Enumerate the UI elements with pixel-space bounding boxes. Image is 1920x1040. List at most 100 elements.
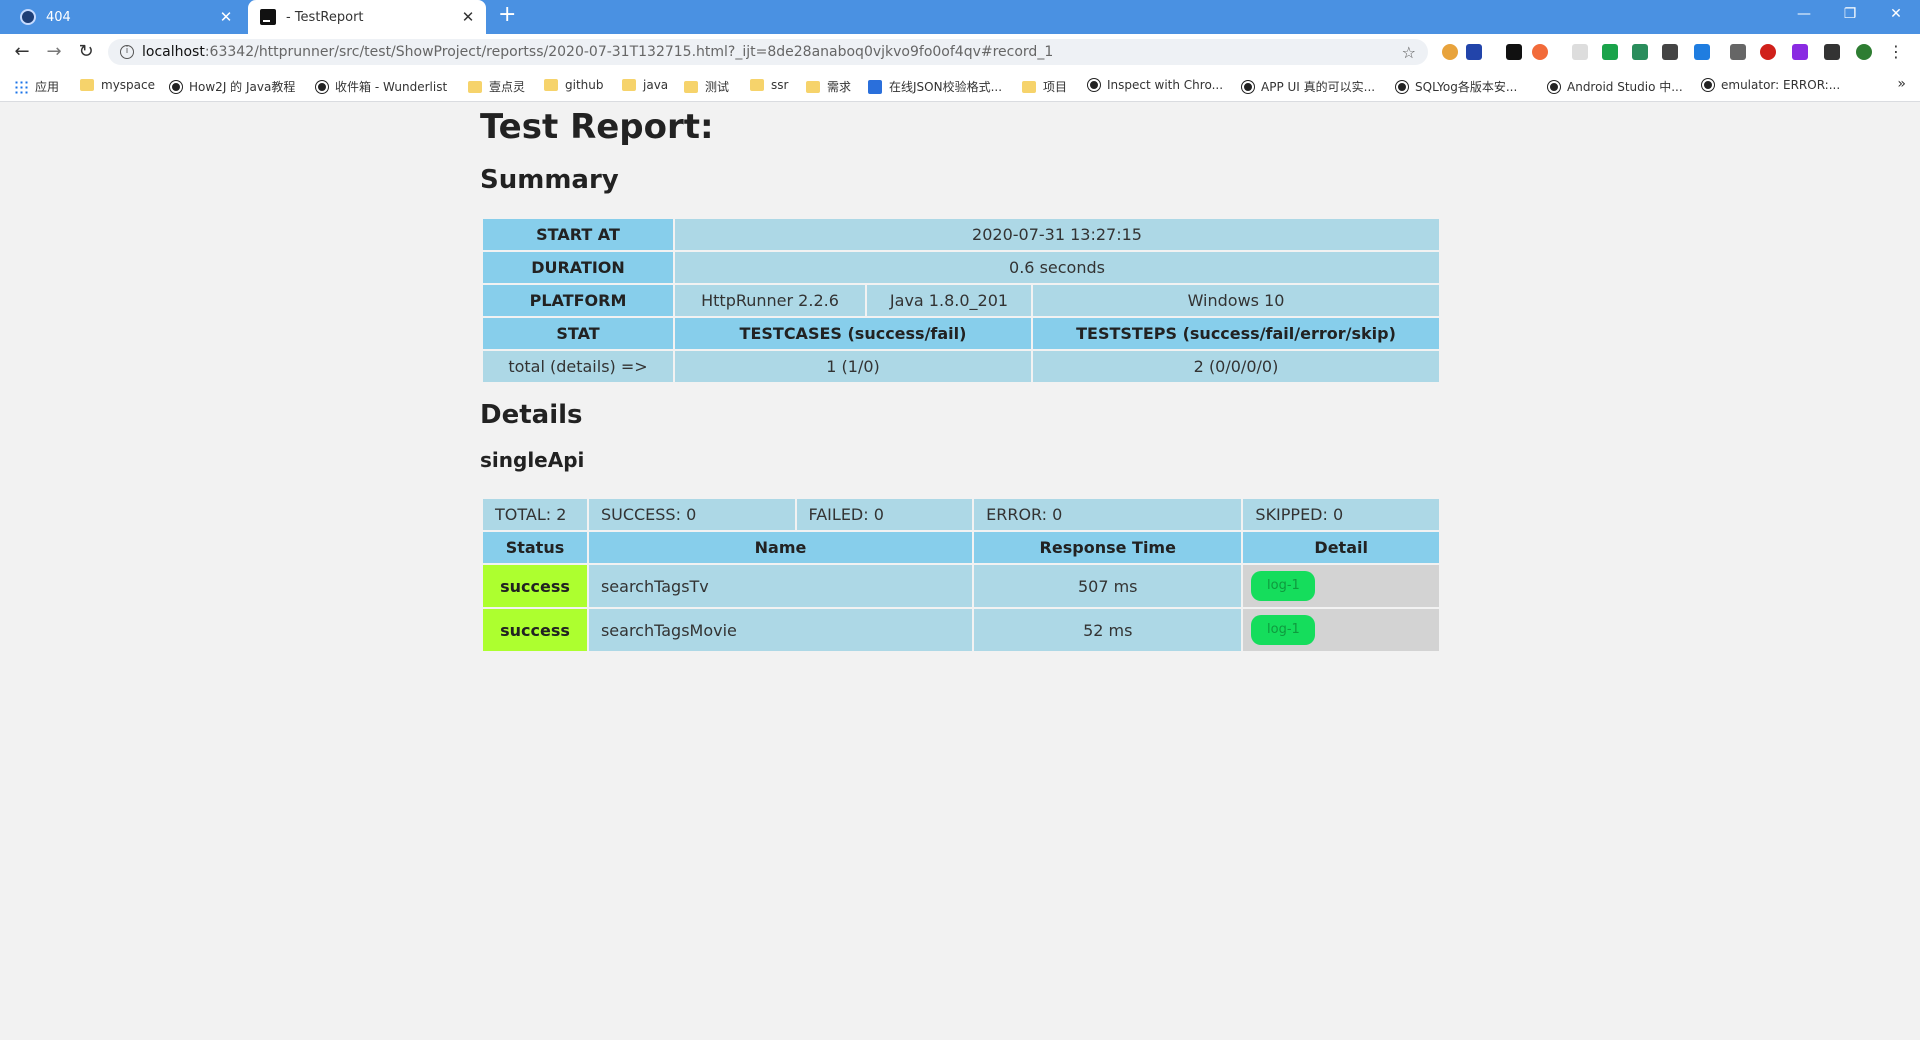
avatar[interactable] xyxy=(1856,44,1872,60)
forward-icon[interactable]: → xyxy=(42,41,66,63)
details-header-row: Status Name Response Time Detail xyxy=(483,532,1439,563)
log-button[interactable]: log-1 xyxy=(1251,615,1316,645)
extension-icon[interactable] xyxy=(1792,44,1808,60)
apps-icon xyxy=(14,79,28,94)
folder-icon xyxy=(1022,80,1036,93)
platform-os: Windows 10 xyxy=(1033,285,1439,316)
bookmark-project[interactable]: 项目 xyxy=(1022,78,1067,95)
window-close-icon[interactable]: ✕ xyxy=(1874,0,1918,30)
new-extension-icon[interactable] xyxy=(1694,44,1710,60)
start-at-value: 2020-07-31 13:27:15 xyxy=(675,219,1439,250)
json-icon xyxy=(868,79,882,94)
new-tab-button[interactable]: + xyxy=(498,2,516,27)
adblock-icon[interactable] xyxy=(1760,44,1776,60)
extension-icon[interactable] xyxy=(1730,44,1746,60)
suite-error: ERROR: 0 xyxy=(974,499,1242,530)
extension-icon[interactable] xyxy=(1632,44,1648,60)
bookmark-app-ui[interactable]: APP UI 真的可以实... xyxy=(1242,78,1375,95)
platform-label: PLATFORM xyxy=(483,285,673,316)
restore-icon[interactable]: ❐ xyxy=(1828,0,1872,30)
menu-icon[interactable]: ⋮ xyxy=(1884,41,1908,63)
summary-table: START AT 2020-07-31 13:27:15 DURATION 0.… xyxy=(481,217,1441,384)
extension-icon[interactable] xyxy=(1532,44,1548,60)
site-icon xyxy=(1088,79,1100,91)
table-row: success searchTagsMovie 52 ms log-1 xyxy=(483,609,1439,651)
total-label: total (details) => xyxy=(483,351,673,382)
folder-icon xyxy=(544,79,558,91)
duration-label: DURATION xyxy=(483,252,673,283)
bookmark-star-icon[interactable]: ☆ xyxy=(1402,43,1416,62)
details-table: TOTAL: 2 SUCCESS: 0 FAILED: 0 ERROR: 0 S… xyxy=(481,497,1441,653)
teststeps-value: 2 (0/0/0/0) xyxy=(1033,351,1439,382)
folder-icon xyxy=(468,80,482,93)
bookmark-myspace[interactable]: myspace xyxy=(80,78,155,92)
close-icon[interactable]: ✕ xyxy=(216,8,236,26)
testcases-label: TESTCASES (success/fail) xyxy=(675,318,1031,349)
suite-summary-row: TOTAL: 2 SUCCESS: 0 FAILED: 0 ERROR: 0 S… xyxy=(483,499,1439,530)
bookmark-java[interactable]: java xyxy=(622,78,668,92)
folder-icon xyxy=(80,79,94,91)
bookmark-how2j[interactable]: How2J 的 Java教程 xyxy=(170,78,295,95)
log-button[interactable]: log-1 xyxy=(1251,571,1316,601)
extension-icon[interactable] xyxy=(1602,44,1618,60)
platform-httprunner: HttpRunner 2.2.6 xyxy=(675,285,865,316)
record-detail: log-1 xyxy=(1243,609,1439,651)
bookmark-requirements[interactable]: 需求 xyxy=(806,78,851,95)
bookmarks-overflow-button[interactable]: » xyxy=(1897,76,1906,92)
cookie-extension-icon[interactable] xyxy=(1442,44,1458,60)
folder-icon xyxy=(806,80,820,93)
record-response-time: 52 ms xyxy=(974,609,1242,651)
bookmark-apps[interactable]: 应用 xyxy=(14,78,59,95)
qr-extension-icon[interactable] xyxy=(1506,44,1522,60)
platform-java: Java 1.8.0_201 xyxy=(867,285,1031,316)
info-icon[interactable]: i xyxy=(120,45,134,59)
folder-icon xyxy=(684,80,698,93)
bookmark-sqlyog[interactable]: SQLYog各版本安... xyxy=(1396,78,1517,95)
puzzle-icon[interactable] xyxy=(1824,44,1840,60)
address-bar[interactable]: i localhost:63342/httprunner/src/test/Sh… xyxy=(108,39,1428,65)
summary-heading: Summary xyxy=(480,165,619,195)
url-text[interactable]: localhost:63342/httprunner/src/test/Show… xyxy=(142,44,1402,60)
tab-404[interactable]: 404 ✕ xyxy=(8,0,244,34)
bookmark-emulator[interactable]: emulator: ERROR:... xyxy=(1702,78,1840,92)
start-at-label: START AT xyxy=(483,219,673,250)
table-row: success searchTagsTv 507 ms log-1 xyxy=(483,565,1439,607)
details-heading: Details xyxy=(480,400,583,430)
bookmark-android-studio[interactable]: Android Studio 中... xyxy=(1548,78,1683,95)
suite-skipped: SKIPPED: 0 xyxy=(1243,499,1439,530)
stat-label: STAT xyxy=(483,318,673,349)
record-name: searchTagsMovie xyxy=(588,609,973,651)
tab-title: - TestReport xyxy=(286,9,364,25)
bookmark-inspect[interactable]: Inspect with Chro... xyxy=(1088,78,1223,92)
bookmark-wunderlist[interactable]: 收件箱 - Wunderlist xyxy=(316,78,447,95)
bookmark-json[interactable]: 在线JSON校验格式... xyxy=(868,78,1002,95)
bookmark-ssr[interactable]: ssr xyxy=(750,78,788,92)
reload-icon[interactable]: ↻ xyxy=(74,41,98,63)
status-badge: success xyxy=(483,565,587,607)
extension-icon[interactable] xyxy=(1662,44,1678,60)
bookmark-test[interactable]: 测试 xyxy=(684,78,729,95)
bookmark-yidianling[interactable]: 壹点灵 xyxy=(468,78,525,95)
report-page: Test Report: Summary START AT 2020-07-31… xyxy=(0,103,1920,1040)
extension-icon[interactable] xyxy=(1466,44,1482,60)
tab-testreport[interactable]: - TestReport ✕ xyxy=(248,0,486,34)
minimize-icon[interactable]: — xyxy=(1782,0,1826,30)
page-title: Test Report: xyxy=(480,107,714,147)
record-name: searchTagsTv xyxy=(588,565,973,607)
tab-title: 404 xyxy=(46,9,71,25)
site-icon xyxy=(316,80,328,93)
teststeps-label: TESTSTEPS (success/fail/error/skip) xyxy=(1033,318,1439,349)
duration-value: 0.6 seconds xyxy=(675,252,1439,283)
response-time-column-header: Response Time xyxy=(974,532,1242,563)
site-icon xyxy=(170,80,182,93)
name-column-header: Name xyxy=(588,532,973,563)
back-icon[interactable]: ← xyxy=(10,41,34,63)
close-icon[interactable]: ✕ xyxy=(458,8,478,26)
suite-success: SUCCESS: 0 xyxy=(588,499,795,530)
globe-icon xyxy=(20,9,36,25)
extension-icon[interactable] xyxy=(1572,44,1588,60)
summary-row-total: total (details) => 1 (1/0) 2 (0/0/0/0) xyxy=(483,351,1439,382)
bookmark-github[interactable]: github xyxy=(544,78,603,92)
site-icon xyxy=(1242,80,1254,93)
status-badge: success xyxy=(483,609,587,651)
